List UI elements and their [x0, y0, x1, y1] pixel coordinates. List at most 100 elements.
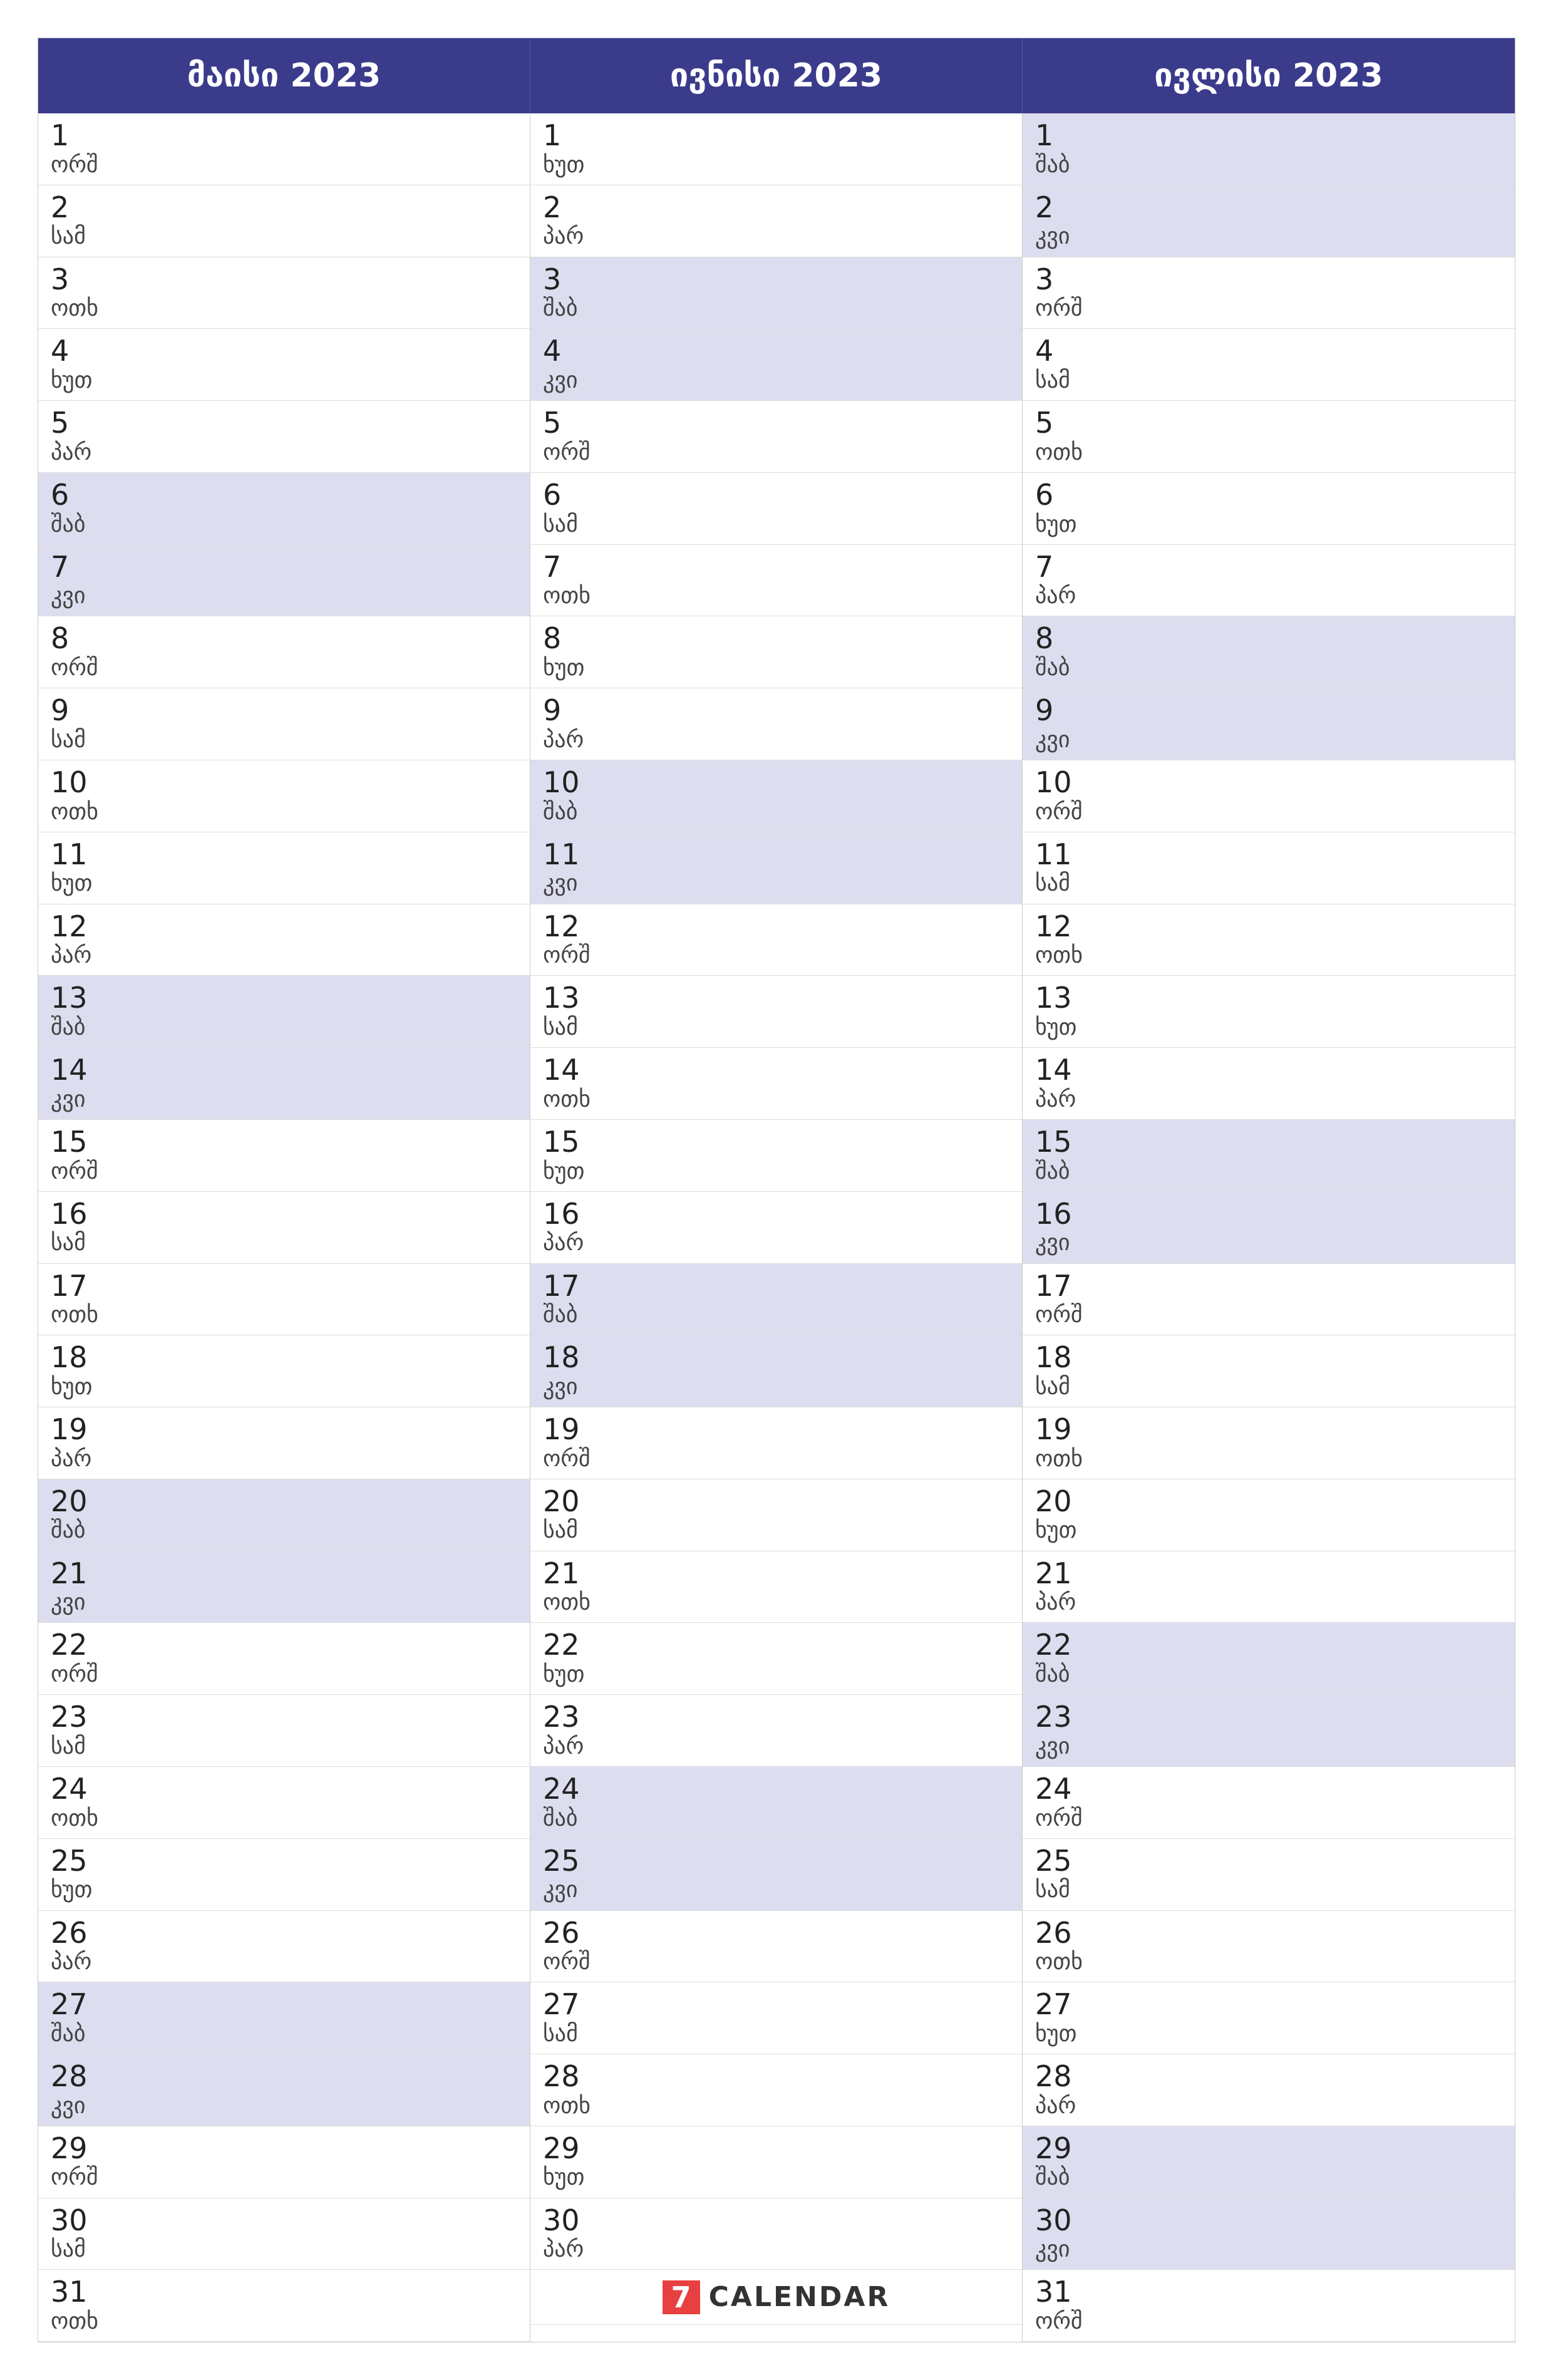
day-name: ხუთ	[1035, 511, 1502, 538]
day-row: 9პარ	[530, 688, 1022, 760]
day-number: 20	[543, 1486, 1009, 1518]
day-row: 21ოთხ	[530, 1551, 1022, 1623]
day-name: პარ	[1035, 1589, 1502, 1616]
day-number: 10	[51, 767, 517, 799]
day-number: 7	[1035, 551, 1502, 583]
day-row: 2კვი	[1023, 185, 1515, 257]
day-row: 24შაბ	[530, 1767, 1022, 1839]
day-row: 8შაბ	[1023, 616, 1515, 688]
day-row: 16სამ	[38, 1192, 530, 1264]
day-row: 26ორშ	[530, 1911, 1022, 1983]
day-number: 3	[51, 264, 517, 296]
day-number: 12	[1035, 911, 1502, 943]
day-name: კვი	[1035, 1733, 1502, 1760]
day-name: ხუთ	[543, 1158, 1009, 1185]
month-col-0: 1ორშ2სამ3ოთხ4ხუთ5პარ6შაბ7კვი8ორშ9სამ10ოთ…	[38, 113, 530, 2342]
day-name: შაბ	[543, 799, 1009, 825]
day-name: შაბ	[1035, 1158, 1502, 1185]
day-row: 11კვი	[530, 832, 1022, 904]
day-number: 22	[543, 1629, 1009, 1661]
day-number: 21	[1035, 1558, 1502, 1590]
day-number: 23	[51, 1701, 517, 1733]
day-name: ოთხ	[51, 799, 517, 825]
day-row: 12პარ	[38, 904, 530, 976]
day-name: შაბ	[51, 1517, 517, 1544]
day-row: 25კვი	[530, 1839, 1022, 1911]
day-number: 17	[1035, 1270, 1502, 1302]
day-row: 7კვი	[38, 545, 530, 617]
day-row: 10შაბ	[530, 760, 1022, 832]
day-number: 6	[51, 479, 517, 511]
day-number: 6	[1035, 479, 1502, 511]
day-number: 11	[543, 839, 1009, 871]
day-row: 13შაბ	[38, 976, 530, 1048]
day-row: 21კვი	[38, 1551, 530, 1623]
day-number: 16	[51, 1198, 517, 1230]
day-name: ოთხ	[51, 1805, 517, 1832]
day-row: 5ორშ	[530, 401, 1022, 473]
day-name: სამ	[51, 727, 517, 753]
day-name: ორშ	[51, 1158, 517, 1185]
day-name: ოთხ	[543, 582, 1009, 609]
day-number: 23	[1035, 1701, 1502, 1733]
day-row: 9კვი	[1023, 688, 1515, 760]
day-row: 14პარ	[1023, 1048, 1515, 1120]
day-name: ოთხ	[1035, 1948, 1502, 1975]
day-row: 4ხუთ	[38, 329, 530, 401]
day-name: ხუთ	[51, 367, 517, 394]
day-number: 22	[51, 1629, 517, 1661]
day-name: პარ	[1035, 2093, 1502, 2119]
day-number: 28	[543, 2061, 1009, 2093]
day-number: 15	[51, 1126, 517, 1158]
day-name: სამ	[51, 1229, 517, 1256]
day-row: 21პარ	[1023, 1551, 1515, 1623]
day-row: 29ხუთ	[530, 2126, 1022, 2198]
day-number: 11	[51, 839, 517, 871]
day-number: 28	[51, 2061, 517, 2093]
day-number: 18	[51, 1342, 517, 1374]
day-name: ხუთ	[543, 654, 1009, 681]
day-name: კვი	[543, 1374, 1009, 1400]
day-name: სამ	[543, 511, 1009, 538]
day-name: ორშ	[543, 439, 1009, 466]
day-name: ორშ	[1035, 1805, 1502, 1832]
day-row: 15ორშ	[38, 1120, 530, 1192]
day-row: 25ხუთ	[38, 1839, 530, 1911]
day-name: პარ	[51, 942, 517, 969]
month-header-2: ივლისი 2023	[1023, 38, 1515, 113]
day-name: სამ	[543, 1014, 1009, 1041]
day-number: 3	[543, 264, 1009, 296]
day-name: კვი	[51, 2093, 517, 2119]
day-row: 13ხუთ	[1023, 976, 1515, 1048]
day-name: ორშ	[51, 654, 517, 681]
day-name: ოთხ	[1035, 439, 1502, 466]
day-number: 11	[1035, 839, 1502, 871]
day-name: კვი	[543, 367, 1009, 394]
day-name: ოთხ	[1035, 942, 1502, 969]
day-number: 5	[1035, 407, 1502, 439]
day-row: 17შაბ	[530, 1264, 1022, 1336]
day-name: ხუთ	[543, 2164, 1009, 2191]
day-number: 3	[1035, 264, 1502, 296]
day-number: 6	[543, 479, 1009, 511]
day-row: 8ხუთ	[530, 616, 1022, 688]
day-number: 14	[543, 1054, 1009, 1086]
month-col-1: 1ხუთ2პარ3შაბ4კვი5ორშ6სამ7ოთხ8ხუთ9პარ10შა…	[530, 113, 1023, 2342]
logo-number: 7	[663, 2280, 700, 2314]
day-number: 24	[1035, 1773, 1502, 1805]
day-name: სამ	[1035, 367, 1502, 394]
day-row: 27შაბ	[38, 1982, 530, 2054]
day-row: 19ორშ	[530, 1407, 1022, 1479]
day-number: 19	[1035, 1414, 1502, 1446]
day-row: 4კვი	[530, 329, 1022, 401]
day-number: 13	[1035, 982, 1502, 1014]
day-number: 13	[543, 982, 1009, 1014]
day-name: ხუთ	[1035, 1014, 1502, 1041]
day-name: ორშ	[51, 152, 517, 178]
day-name: ოთხ	[1035, 1446, 1502, 1472]
day-row: 15ხუთ	[530, 1120, 1022, 1192]
day-number: 27	[51, 1989, 517, 2020]
day-number: 10	[543, 767, 1009, 799]
day-row: 26ოთხ	[1023, 1911, 1515, 1983]
day-name: ოთხ	[51, 1301, 517, 1328]
